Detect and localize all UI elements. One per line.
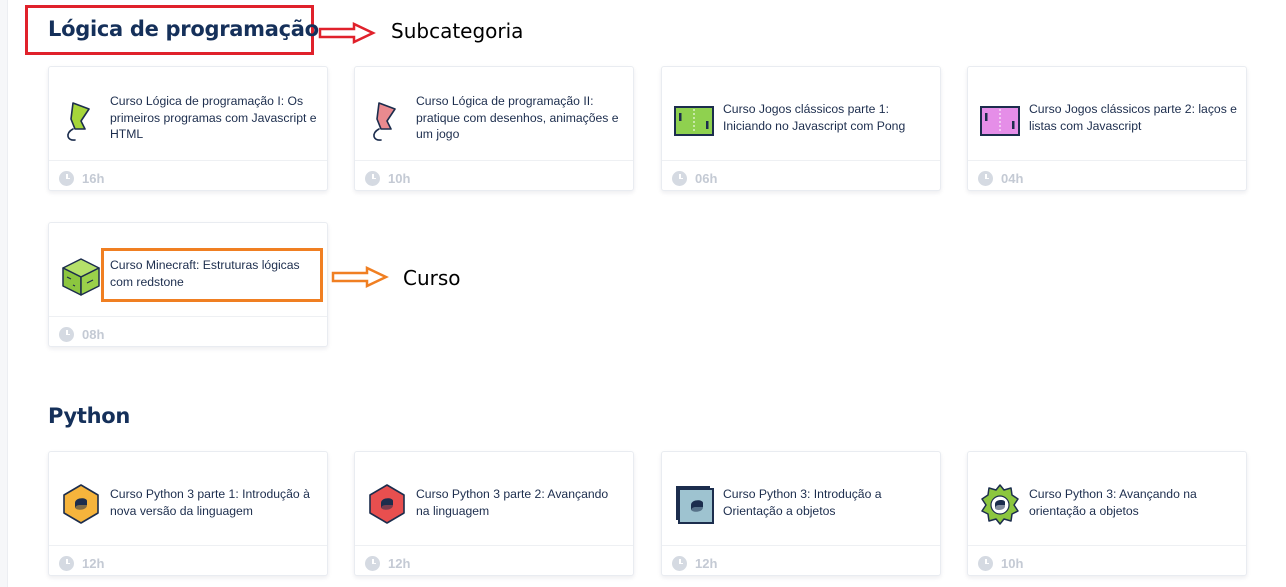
course-card[interactable]: Curso Lógica de programação II: pratique… xyxy=(354,66,634,191)
subcategory-annotation: Subcategoria xyxy=(391,19,524,43)
course-card[interactable]: Curso Python 3 parte 1: Introdução à nov… xyxy=(48,451,328,576)
course-arrow-icon xyxy=(331,266,389,288)
page-left-border xyxy=(0,0,8,587)
snake-hook-green-icon xyxy=(67,102,90,141)
course-hours: 12h xyxy=(388,555,411,571)
course-card[interactable]: Curso Python 3: Introdução a Orientação … xyxy=(661,451,941,576)
course-title[interactable]: Curso Lógica de programação I: Os primei… xyxy=(110,93,319,143)
course-title[interactable]: Curso Lógica de programação II: pratique… xyxy=(416,93,625,143)
course-title[interactable]: Curso Python 3: Introdução a Orientação … xyxy=(723,486,932,519)
clock-icon xyxy=(978,555,993,571)
course-annotation: Curso xyxy=(403,266,461,290)
python-red-hex-icon xyxy=(369,484,405,524)
course-hours: 06h xyxy=(695,170,718,186)
clock-icon xyxy=(672,170,687,186)
clock-icon xyxy=(978,170,993,186)
clock-icon xyxy=(365,170,380,186)
course-hours: 04h xyxy=(1001,170,1024,186)
course-title[interactable]: Curso Python 3: Avançando na orientação … xyxy=(1029,486,1238,519)
clock-icon xyxy=(672,555,687,571)
clock-icon xyxy=(365,555,380,571)
pong-green-icon xyxy=(674,106,714,136)
python-green-gear-icon xyxy=(981,484,1019,525)
course-card[interactable]: Curso Jogos clássicos parte 1: Iniciando… xyxy=(661,66,941,191)
course-card[interactable]: Curso Jogos clássicos parte 2: laços e l… xyxy=(967,66,1247,191)
minecraft-block-icon xyxy=(62,258,100,296)
pong-pink-icon xyxy=(980,106,1020,136)
course-card[interactable]: Curso Lógica de programação I: Os primei… xyxy=(48,66,328,191)
course-title[interactable]: Curso Python 3 parte 2: Avançando na lin… xyxy=(416,486,625,519)
course-hours: 12h xyxy=(82,555,105,571)
course-hours: 10h xyxy=(1001,555,1024,571)
course-hours: 08h xyxy=(82,326,105,342)
course-highlight-box xyxy=(101,248,323,302)
clock-icon xyxy=(59,326,74,342)
section-title-logica[interactable]: Lógica de programação xyxy=(48,17,319,41)
course-title[interactable]: Curso Jogos clássicos parte 1: Iniciando… xyxy=(723,101,932,134)
course-hours: 12h xyxy=(695,555,718,571)
clock-icon xyxy=(59,170,74,186)
course-title[interactable]: Curso Jogos clássicos parte 2: laços e l… xyxy=(1029,101,1238,134)
course-hours: 16h xyxy=(82,170,105,186)
subcategory-arrow-icon xyxy=(318,22,376,44)
course-title[interactable]: Curso Python 3 parte 1: Introdução à nov… xyxy=(110,486,319,519)
clock-icon xyxy=(59,555,74,571)
python-square-icon xyxy=(676,486,714,524)
course-card[interactable]: Curso Python 3: Avançando na orientação … xyxy=(967,451,1247,576)
section-title-python[interactable]: Python xyxy=(48,404,130,428)
python-orange-hex-icon xyxy=(63,484,99,524)
snake-hook-pink-icon xyxy=(373,102,396,141)
course-card[interactable]: Curso Python 3 parte 2: Avançando na lin… xyxy=(354,451,634,576)
course-hours: 10h xyxy=(388,170,411,186)
